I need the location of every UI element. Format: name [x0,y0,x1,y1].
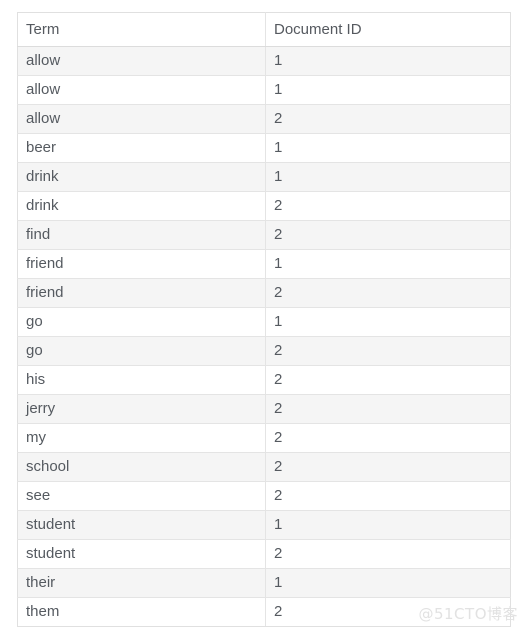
cell-document-id: 2 [265,191,511,221]
column-header-document-id[interactable]: Document ID [265,12,511,47]
cell-term: friend [17,249,266,279]
cell-document-id: 1 [265,75,511,105]
cell-document-id: 1 [265,249,511,279]
table-row[interactable]: them 2 [17,597,511,627]
cell-document-id: 2 [265,336,511,366]
cell-document-id: 1 [265,307,511,337]
cell-term: their [17,568,266,598]
term-document-table: Term Document ID allow 1 allow 1 allow 2 beer 1… [17,12,511,627]
cell-term: allow [17,75,266,105]
cell-document-id: 2 [265,423,511,453]
cell-document-id: 2 [265,220,511,250]
cell-document-id: 1 [265,568,511,598]
table-row[interactable]: student 2 [17,539,511,569]
cell-term: see [17,481,266,511]
table-row[interactable]: student 1 [17,510,511,540]
cell-term: them [17,597,266,627]
cell-document-id: 1 [265,510,511,540]
cell-term: my [17,423,266,453]
table-row[interactable]: allow 1 [17,46,511,76]
cell-document-id: 2 [265,394,511,424]
cell-document-id: 1 [265,133,511,163]
cell-term: drink [17,162,266,192]
cell-document-id: 2 [265,481,511,511]
table-row[interactable]: find 2 [17,220,511,250]
cell-document-id: 2 [265,278,511,308]
cell-term: student [17,510,266,540]
table-row[interactable]: school 2 [17,452,511,482]
cell-term: jerry [17,394,266,424]
cell-term: his [17,365,266,395]
cell-document-id: 2 [265,597,511,627]
table-row[interactable]: friend 2 [17,278,511,308]
table-header: Term Document ID [17,12,511,47]
cell-document-id: 2 [265,365,511,395]
table-row[interactable]: go 1 [17,307,511,337]
cell-term: find [17,220,266,250]
table-row[interactable]: allow 1 [17,75,511,105]
table-row[interactable]: jerry 2 [17,394,511,424]
table-row[interactable]: drink 2 [17,191,511,221]
table-row[interactable]: his 2 [17,365,511,395]
table-body: allow 1 allow 1 allow 2 beer 1 drink 1 drink 2 find 2… [17,46,511,627]
cell-term: go [17,307,266,337]
table-row[interactable]: my 2 [17,423,511,453]
cell-term: allow [17,104,266,134]
cell-document-id: 1 [265,162,511,192]
cell-term: allow [17,46,266,76]
table-header-row: Term Document ID [17,12,511,47]
cell-document-id: 2 [265,104,511,134]
cell-term: school [17,452,266,482]
table-row[interactable]: allow 2 [17,104,511,134]
table-row[interactable]: drink 1 [17,162,511,192]
cell-term: drink [17,191,266,221]
cell-document-id: 2 [265,452,511,482]
cell-term: beer [17,133,266,163]
table-container: Term Document ID allow 1 allow 1 allow 2 beer 1… [17,12,511,627]
table-row[interactable]: see 2 [17,481,511,511]
table-row[interactable]: friend 1 [17,249,511,279]
cell-term: student [17,539,266,569]
column-header-term[interactable]: Term [17,12,266,47]
table-row[interactable]: beer 1 [17,133,511,163]
cell-term: go [17,336,266,366]
cell-term: friend [17,278,266,308]
table-row[interactable]: go 2 [17,336,511,366]
cell-document-id: 2 [265,539,511,569]
cell-document-id: 1 [265,46,511,76]
table-row[interactable]: their 1 [17,568,511,598]
